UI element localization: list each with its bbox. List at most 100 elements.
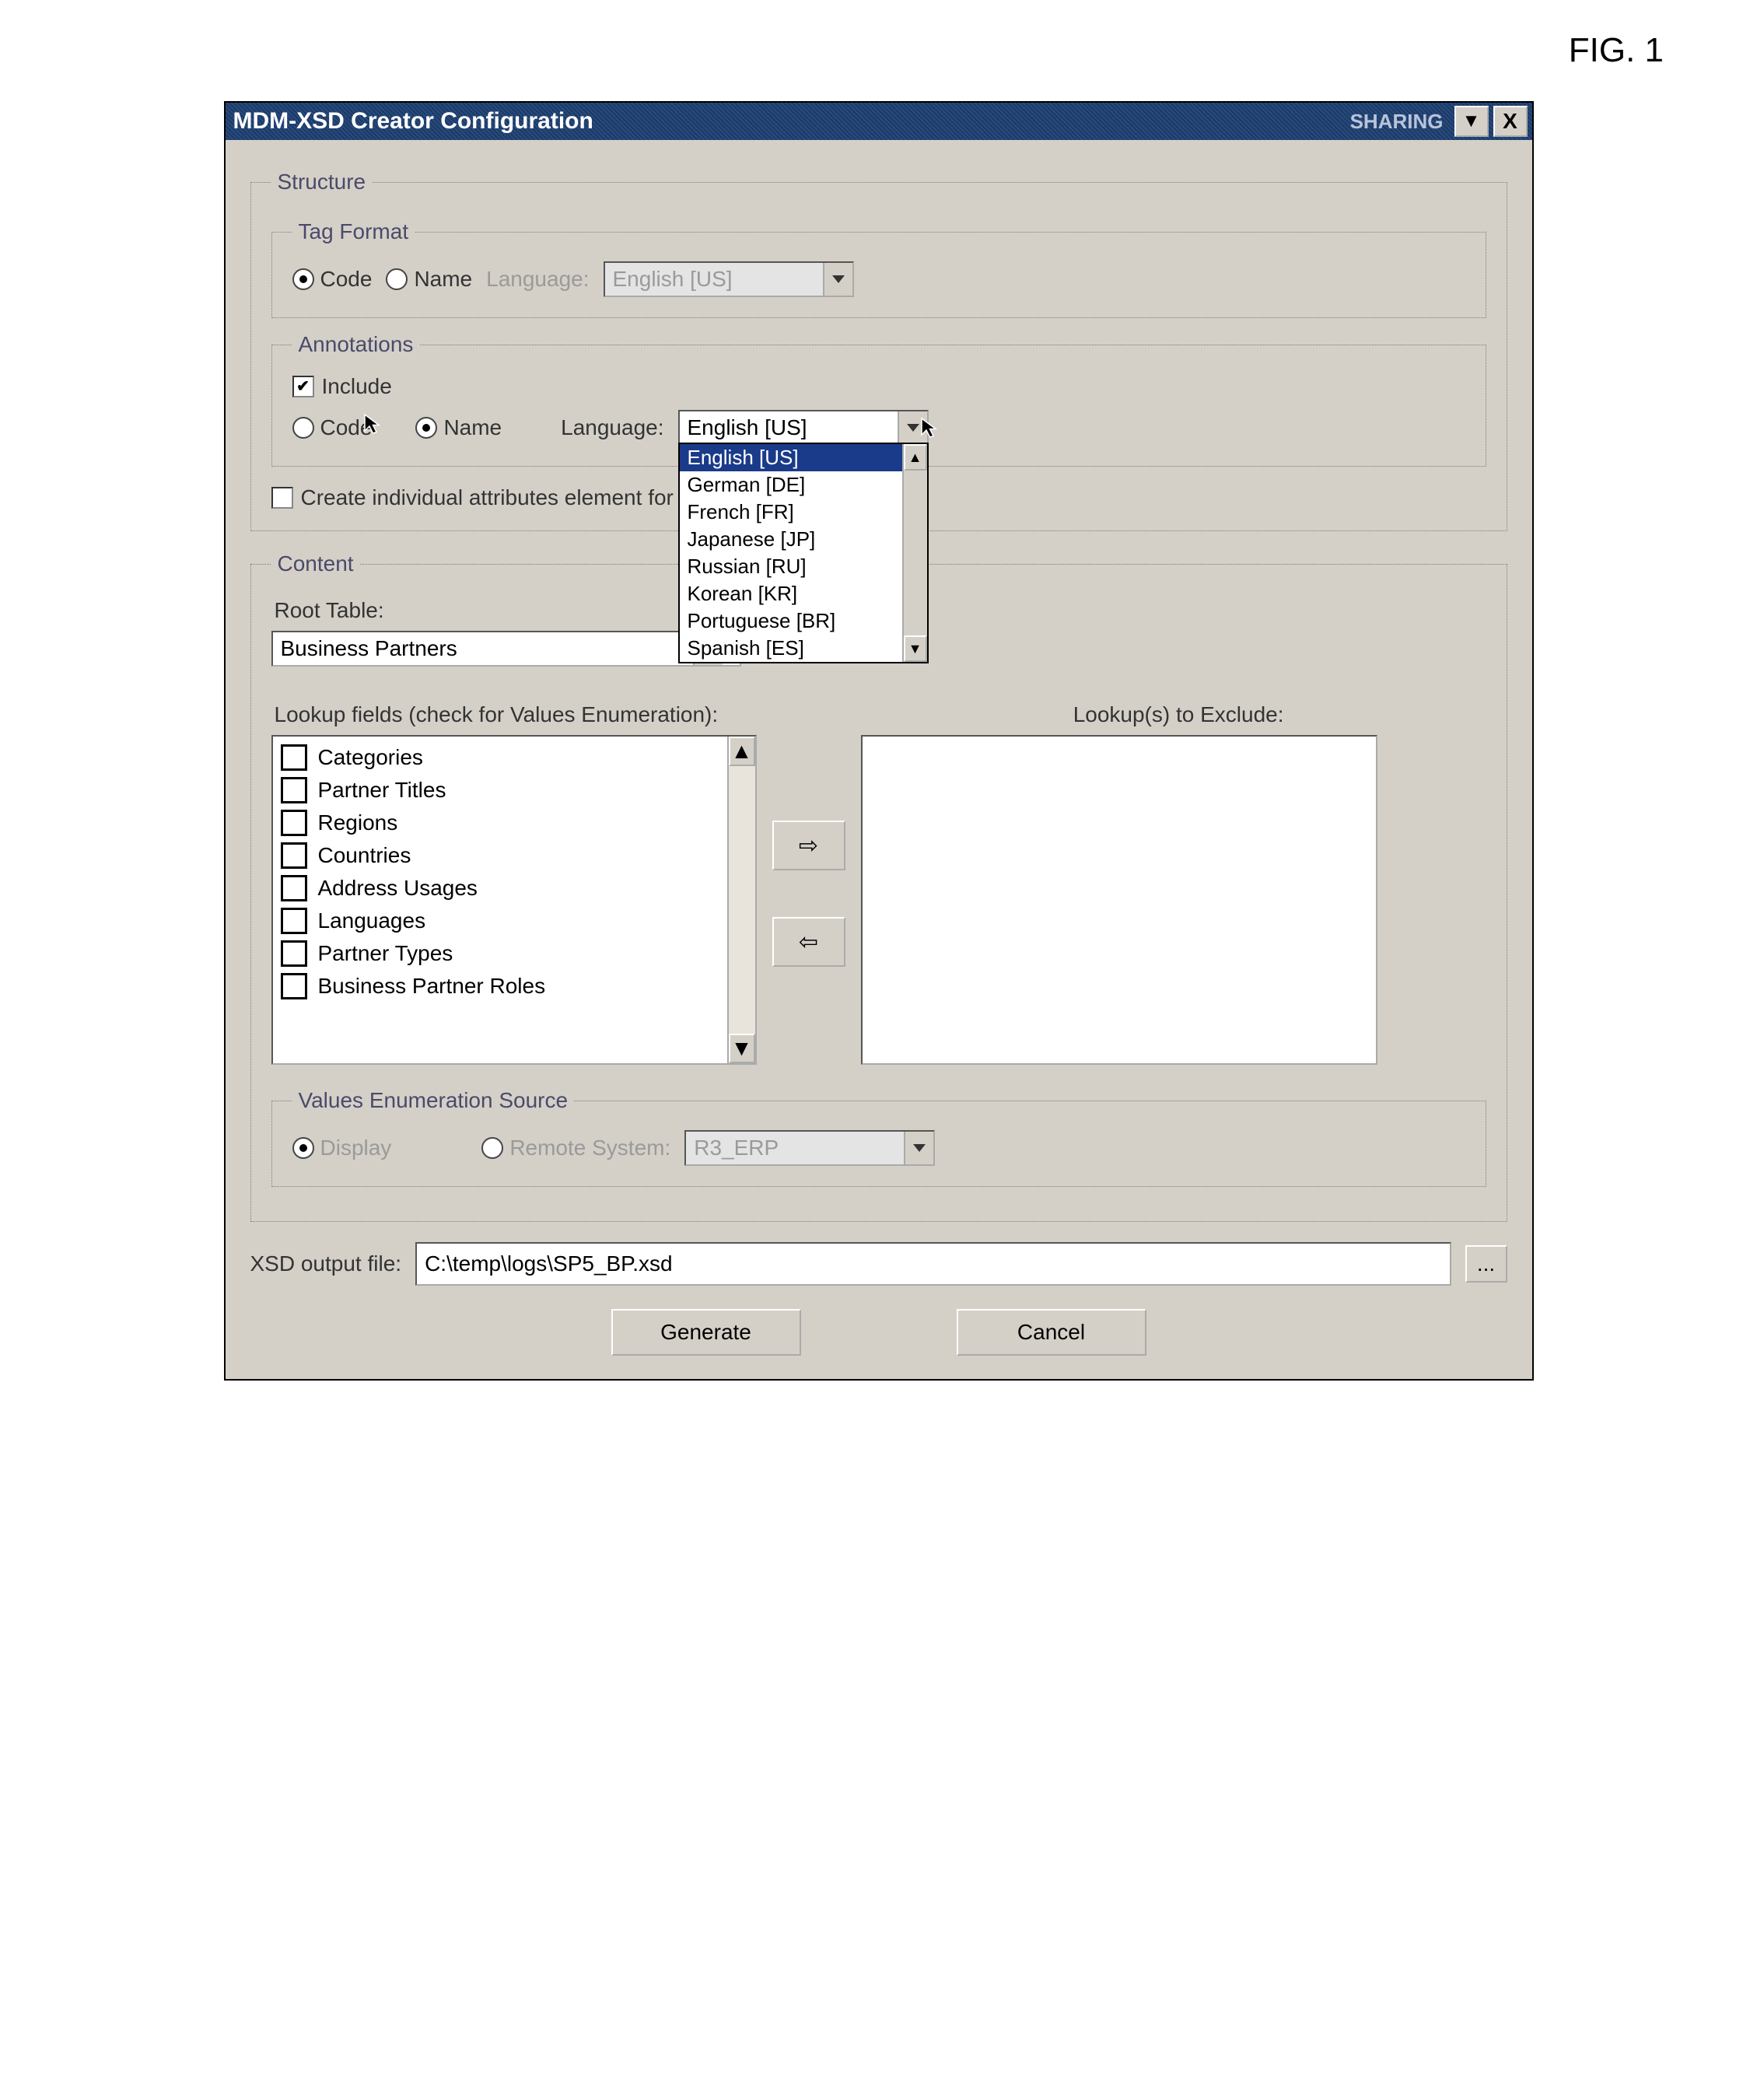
checkbox-icon[interactable] — [281, 842, 307, 869]
list-item[interactable]: Categories — [279, 741, 749, 774]
dropdown-scrollbar[interactable]: ▲ ▼ — [902, 444, 927, 662]
annotations-include-checkbox[interactable]: Include — [292, 374, 392, 399]
values-enum-legend: Values Enumeration Source — [292, 1088, 575, 1113]
list-item-label: Business Partner Roles — [318, 974, 546, 999]
generate-button[interactable]: Generate — [611, 1309, 801, 1356]
content-legend: Content — [271, 551, 360, 576]
structure-legend: Structure — [271, 170, 373, 194]
list-item-label: Categories — [318, 745, 423, 770]
arrow-right-icon: ⇨ — [799, 832, 818, 859]
annotations-legend: Annotations — [292, 332, 420, 357]
values-enum-group: Values Enumeration Source Display Remote… — [271, 1088, 1486, 1187]
close-button[interactable]: X — [1493, 106, 1528, 137]
scroll-up-icon[interactable]: ▲ — [904, 444, 927, 471]
tag-format-language-label: Language: — [486, 267, 589, 292]
chevron-down-icon — [904, 1132, 933, 1164]
values-remote-value: R3_ERP — [686, 1132, 904, 1164]
dropdown-option[interactable]: Korean [KR] — [680, 580, 927, 607]
scroll-down-icon[interactable]: ▼ — [729, 1034, 755, 1063]
lookup-fields-listbox[interactable]: Categories Partner Titles Regions Countr… — [271, 735, 757, 1065]
cancel-button[interactable]: Cancel — [957, 1309, 1146, 1356]
individual-attributes-label: Create individual attributes element for… — [301, 485, 698, 510]
tag-format-name-radio[interactable]: Name — [386, 267, 472, 292]
list-item-label: Partner Titles — [318, 778, 446, 803]
output-file-value: C:\temp\logs\SP5_BP.xsd — [425, 1251, 673, 1276]
listbox-scrollbar[interactable]: ▲ ▼ — [727, 737, 755, 1063]
root-table-value: Business Partners — [273, 632, 693, 665]
individual-attributes-checkbox[interactable]: Create individual attributes element for… — [271, 485, 698, 510]
chevron-down-icon[interactable] — [898, 411, 927, 444]
annotations-code-label: Code — [320, 415, 373, 440]
checkbox-icon[interactable] — [281, 973, 307, 999]
titlebar: MDM-XSD Creator Configuration SHARING ▼ … — [226, 103, 1532, 140]
dropdown-option[interactable]: Russian [RU] — [680, 553, 927, 580]
annotations-name-radio[interactable]: Name — [415, 415, 502, 440]
dropdown-option[interactable]: French [FR] — [680, 499, 927, 526]
move-left-button[interactable]: ⇦ — [772, 917, 845, 967]
tag-format-language-value: English [US] — [605, 263, 823, 296]
radio-icon — [386, 268, 408, 290]
output-file-label: XSD output file: — [250, 1251, 402, 1276]
output-file-input[interactable]: C:\temp\logs\SP5_BP.xsd — [415, 1242, 1451, 1286]
checkbox-icon[interactable] — [281, 810, 307, 836]
list-item-label: Address Usages — [318, 876, 478, 901]
lookup-exclude-label: Lookup(s) to Exclude: — [1073, 702, 1284, 727]
scroll-down-icon[interactable]: ▼ — [904, 635, 927, 662]
window-title: MDM-XSD Creator Configuration — [233, 108, 1350, 135]
scrollbar-track[interactable] — [729, 766, 755, 1034]
tag-format-language-combo: English [US] — [604, 261, 854, 297]
ellipsis-icon: ... — [1477, 1251, 1495, 1276]
checkbox-icon[interactable] — [281, 940, 307, 967]
list-item-label: Languages — [318, 908, 426, 933]
lookup-exclude-listbox[interactable] — [861, 735, 1377, 1065]
dropdown-option[interactable]: Japanese [JP] — [680, 526, 927, 553]
list-item-label: Regions — [318, 810, 398, 835]
tag-format-legend: Tag Format — [292, 219, 415, 244]
titlebar-right-label: SHARING — [1350, 110, 1444, 134]
dropdown-option[interactable]: Spanish [ES] — [680, 635, 927, 662]
browse-button[interactable]: ... — [1465, 1245, 1507, 1283]
checkbox-icon[interactable] — [281, 744, 307, 771]
values-remote-combo: R3_ERP — [684, 1130, 935, 1166]
checkbox-icon — [292, 376, 314, 397]
annotations-language-label: Language: — [561, 415, 663, 440]
minimize-button[interactable]: ▼ — [1454, 106, 1489, 137]
annotations-group: Annotations Include Code — [271, 332, 1486, 467]
list-item[interactable]: Languages — [279, 905, 749, 937]
dropdown-option[interactable]: German [DE] — [680, 471, 927, 499]
values-display-label: Display — [320, 1136, 392, 1160]
list-item[interactable]: Countries — [279, 839, 749, 872]
checkbox-icon[interactable] — [281, 908, 307, 934]
list-item[interactable]: Business Partner Roles — [279, 970, 749, 1003]
list-item[interactable]: Partner Titles — [279, 774, 749, 807]
values-display-radio: Display — [292, 1136, 392, 1160]
checkbox-icon — [271, 487, 293, 509]
dropdown-option[interactable]: Portuguese [BR] — [680, 607, 927, 635]
annotations-language-dropdown[interactable]: English [US] German [DE] French [FR] Jap… — [678, 443, 929, 663]
radio-icon — [292, 1137, 314, 1159]
values-remote-radio: Remote System: — [481, 1136, 670, 1160]
checkbox-icon[interactable] — [281, 777, 307, 803]
checkbox-icon[interactable] — [281, 875, 307, 901]
radio-icon — [292, 417, 314, 439]
close-icon: X — [1503, 110, 1517, 132]
list-item[interactable]: Regions — [279, 807, 749, 839]
list-item[interactable]: Partner Types — [279, 937, 749, 970]
structure-group: Structure Tag Format Code Name Language: — [250, 170, 1507, 531]
caret-down-icon: ▼ — [1462, 110, 1481, 132]
scroll-up-icon[interactable]: ▲ — [729, 737, 755, 766]
annotations-code-radio[interactable]: Code — [292, 415, 373, 440]
tag-format-code-radio[interactable]: Code — [292, 267, 373, 292]
list-item-label: Partner Types — [318, 941, 453, 966]
figure-label: FIG. 1 — [31, 31, 1664, 70]
move-right-button[interactable]: ⇨ — [772, 821, 845, 870]
annotations-include-label: Include — [322, 374, 392, 399]
chevron-down-icon — [823, 263, 852, 296]
tag-format-group: Tag Format Code Name Language: English [… — [271, 219, 1486, 318]
values-remote-label: Remote System: — [509, 1136, 670, 1160]
root-table-combo[interactable]: Business Partners — [271, 631, 741, 667]
annotations-language-combo[interactable]: English [US] English [US] German [DE] Fr… — [678, 410, 929, 446]
radio-icon — [481, 1137, 503, 1159]
list-item[interactable]: Address Usages — [279, 872, 749, 905]
dropdown-option[interactable]: English [US] — [680, 444, 927, 471]
